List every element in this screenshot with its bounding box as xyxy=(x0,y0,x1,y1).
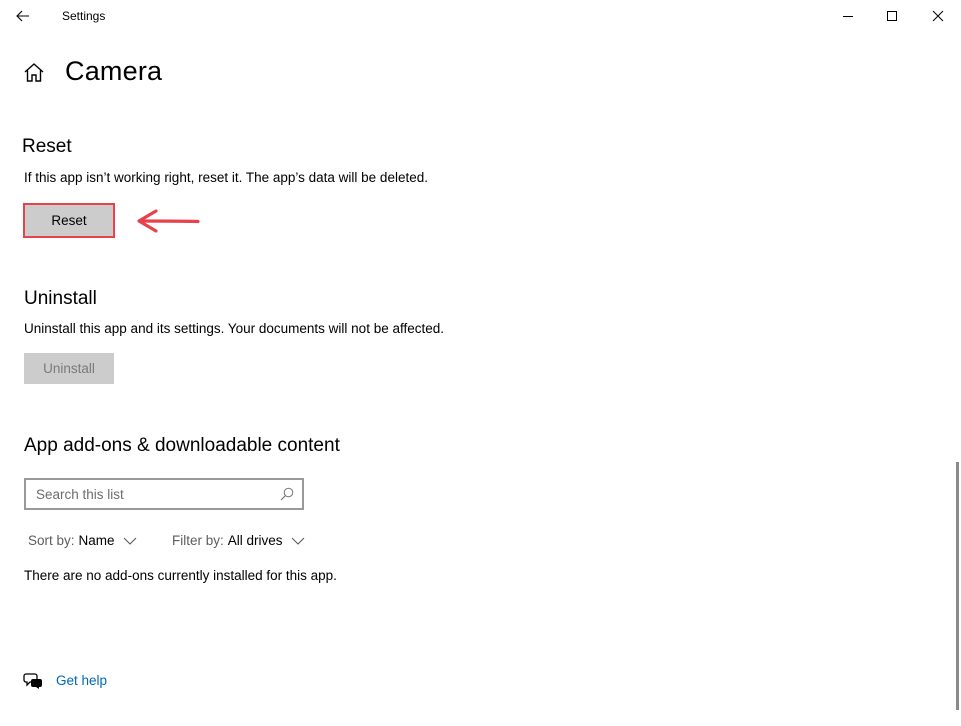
back-arrow-icon xyxy=(16,10,29,22)
chevron-down-icon xyxy=(291,537,304,545)
sort-dropdown[interactable]: Sort by: Name xyxy=(28,533,137,548)
annotation-arrow-icon xyxy=(137,209,200,233)
filter-dropdown[interactable]: Filter by: All drives xyxy=(172,533,305,548)
uninstall-heading: Uninstall xyxy=(24,288,97,309)
title-bar: Settings xyxy=(0,0,961,32)
home-icon xyxy=(24,63,44,82)
uninstall-description: Uninstall this app and its settings. You… xyxy=(24,321,445,336)
addons-empty-message: There are no add-ons currently installed… xyxy=(24,568,337,583)
sort-value: Name xyxy=(78,533,115,548)
close-icon xyxy=(932,10,944,22)
reset-heading: Reset xyxy=(22,136,72,157)
minimize-button[interactable] xyxy=(825,0,871,32)
chevron-down-icon xyxy=(123,537,136,545)
home-button[interactable] xyxy=(22,61,46,85)
search-placeholder: Search this list xyxy=(36,487,124,502)
search-icon xyxy=(280,487,294,501)
addons-heading: App add-ons & downloadable content xyxy=(24,435,340,456)
reset-description: If this app isn’t working right, reset i… xyxy=(24,170,428,185)
window-title: Settings xyxy=(62,9,106,23)
vertical-scrollbar[interactable] xyxy=(956,462,959,710)
maximize-icon xyxy=(887,11,897,21)
minimize-icon xyxy=(843,16,853,17)
chat-help-icon xyxy=(23,673,42,689)
reset-button-highlight: Reset xyxy=(23,203,115,238)
back-button[interactable] xyxy=(0,0,46,32)
reset-button[interactable]: Reset xyxy=(25,205,113,236)
filter-label: Filter by: xyxy=(172,533,224,548)
filter-value: All drives xyxy=(227,533,283,548)
sort-label: Sort by: xyxy=(28,533,75,548)
addons-search-input[interactable]: Search this list xyxy=(24,478,304,510)
uninstall-button[interactable]: Uninstall xyxy=(24,353,114,384)
get-help-link[interactable]: Get help xyxy=(56,673,107,688)
close-button[interactable] xyxy=(915,0,961,32)
maximize-button[interactable] xyxy=(869,0,915,32)
page-title: Camera xyxy=(65,56,163,86)
